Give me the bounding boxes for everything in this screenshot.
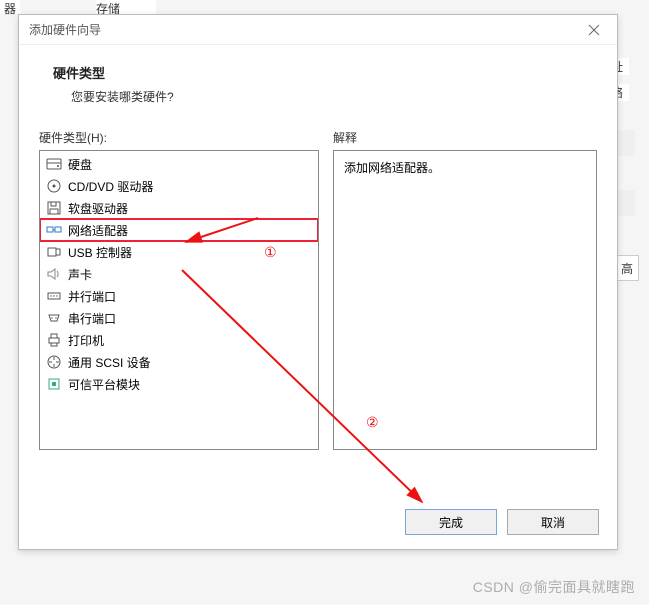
list-item-label: 串行端口: [68, 310, 116, 327]
usb-icon: [46, 244, 62, 260]
explanation-pane: 解释 添加网络适配器。: [333, 129, 597, 450]
list-item-label: 声卡: [68, 266, 92, 283]
bg-button-frag: 高: [615, 255, 639, 281]
cddvd-icon: [46, 178, 62, 194]
explanation-label: 解释: [333, 129, 597, 146]
list-item-floppy[interactable]: 软盘驱动器: [40, 197, 318, 219]
list-item-label: CD/DVD 驱动器: [68, 178, 153, 195]
list-item-tpm[interactable]: 可信平台模块: [40, 373, 318, 395]
list-item-label: 可信平台模块: [68, 376, 140, 393]
list-item-scsi[interactable]: 通用 SCSI 设备: [40, 351, 318, 373]
floppy-icon: [46, 200, 62, 216]
bg-tab: 存储: [96, 0, 156, 14]
dialog-title: 添加硬件向导: [29, 21, 101, 38]
list-item-net[interactable]: 网络适配器: [40, 219, 318, 241]
close-button[interactable]: [579, 19, 609, 41]
explanation-text: 添加网络适配器。: [333, 150, 597, 450]
close-icon: [588, 24, 600, 36]
tpm-icon: [46, 376, 62, 392]
add-hardware-wizard-dialog: 添加硬件向导 硬件类型 您要安装哪类硬件? 硬件类型(H): 硬盘 CD/DVD …: [18, 14, 618, 550]
dialog-titlebar: 添加硬件向导: [19, 15, 617, 45]
list-item-label: USB 控制器: [68, 244, 132, 261]
list-item-sound[interactable]: 声卡: [40, 263, 318, 285]
list-item-printer[interactable]: 打印机: [40, 329, 318, 351]
serial-icon: [46, 310, 62, 326]
list-item-label: 硬盘: [68, 156, 92, 173]
bg-tab: 器: [0, 0, 20, 14]
dialog-body: 硬件类型(H): 硬盘 CD/DVD 驱动器软盘驱动器网络适配器 USB 控制器声卡…: [19, 119, 617, 450]
list-item-cddvd[interactable]: CD/DVD 驱动器: [40, 175, 318, 197]
list-item-label: 并行端口: [68, 288, 116, 305]
parallel-icon: [46, 288, 62, 304]
net-icon: [46, 222, 62, 238]
hdd-icon: [46, 156, 62, 172]
watermark: CSDN @偷完面具就瞎跑: [473, 577, 635, 597]
bg-button-frag: [615, 130, 635, 156]
list-item-serial[interactable]: 串行端口: [40, 307, 318, 329]
list-item-label: 打印机: [68, 332, 104, 349]
list-item-usb[interactable]: USB 控制器: [40, 241, 318, 263]
list-item-label: 网络适配器: [68, 222, 128, 239]
scsi-icon: [46, 354, 62, 370]
header-title: 硬件类型: [53, 63, 587, 82]
list-item-hdd[interactable]: 硬盘: [40, 153, 318, 175]
sound-icon: [46, 266, 62, 282]
hardware-type-listbox[interactable]: 硬盘 CD/DVD 驱动器软盘驱动器网络适配器 USB 控制器声卡并行端口串行端口打…: [39, 150, 319, 450]
hardware-type-pane: 硬件类型(H): 硬盘 CD/DVD 驱动器软盘驱动器网络适配器 USB 控制器声卡…: [39, 129, 319, 450]
header-subtitle: 您要安装哪类硬件?: [53, 88, 587, 105]
list-item-parallel[interactable]: 并行端口: [40, 285, 318, 307]
hardware-type-label: 硬件类型(H):: [39, 129, 319, 146]
dialog-header: 硬件类型 您要安装哪类硬件?: [19, 45, 617, 119]
printer-icon: [46, 332, 62, 348]
finish-button[interactable]: 完成: [405, 509, 497, 535]
dialog-footer: 完成 取消: [405, 509, 599, 535]
bg-button-frag: [615, 190, 635, 216]
cancel-button[interactable]: 取消: [507, 509, 599, 535]
list-item-label: 通用 SCSI 设备: [68, 354, 151, 371]
list-item-label: 软盘驱动器: [68, 200, 128, 217]
